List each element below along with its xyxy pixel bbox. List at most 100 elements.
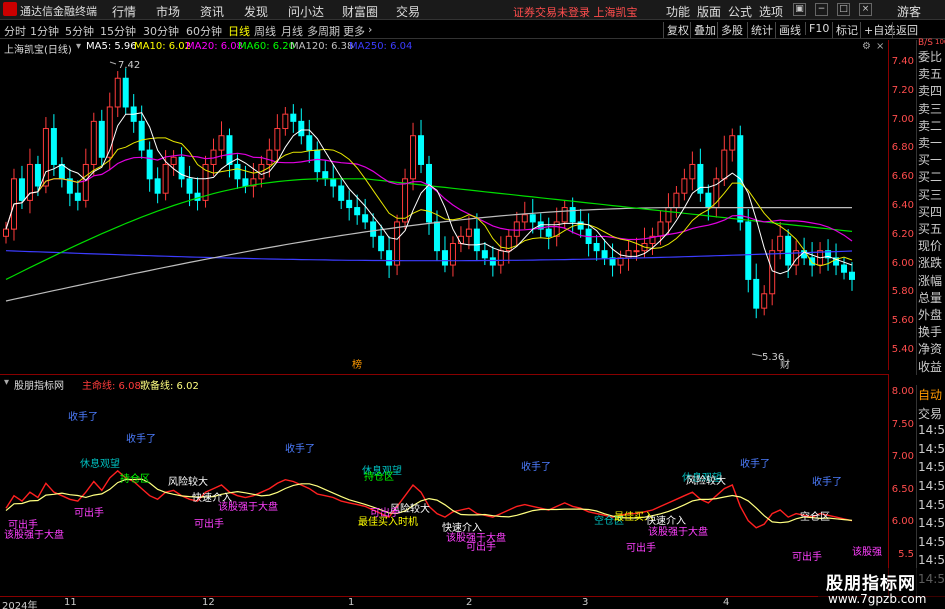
trade-field[interactable]: 14:5: [918, 498, 945, 512]
quote-field[interactable]: 涨跌: [918, 254, 942, 271]
quote-field[interactable]: 收益: [918, 358, 942, 375]
menu-faxian[interactable]: 发现: [244, 3, 268, 20]
menu-jiaoyi[interactable]: 交易: [396, 3, 420, 20]
menu-zixun[interactable]: 资讯: [200, 3, 224, 20]
tool-biaoji[interactable]: 标记: [832, 22, 858, 38]
quote-field[interactable]: 买一: [918, 151, 942, 168]
tab-5min[interactable]: 5分钟: [65, 23, 94, 39]
signal-annotation: 收手了: [126, 434, 156, 445]
trade-field[interactable]: 14:5: [918, 460, 945, 474]
window-icon[interactable]: ▣: [793, 3, 806, 16]
trade-field[interactable]: 14:5: [918, 535, 945, 549]
quote-panel: B/S 1000 委比卖五卖四卖三卖二卖一买一买二买三买四买五现价涨跌涨幅总量外…: [916, 38, 945, 375]
quote-field[interactable]: 买二: [918, 168, 942, 185]
menu-hangqing[interactable]: 行情: [112, 3, 136, 20]
quote-field[interactable]: 卖二: [918, 117, 942, 134]
trade-field[interactable]: 14:5: [918, 423, 945, 437]
menu-xuanxiang[interactable]: 选项: [759, 3, 783, 20]
tool-fanhui[interactable]: 返回: [892, 22, 918, 38]
tab-weekly[interactable]: 周线: [254, 23, 276, 39]
menu-wenxiaoda[interactable]: 问小达: [288, 3, 324, 20]
quote-field[interactable]: 总量: [918, 289, 942, 306]
menu-banmian[interactable]: 版面: [697, 3, 721, 20]
quote-field[interactable]: 涨幅: [918, 272, 942, 289]
quote-field[interactable]: 现价: [918, 237, 942, 254]
minimize-icon[interactable]: −: [815, 3, 828, 16]
candle-body: [50, 128, 57, 165]
trade-panel: 自动交易14:514:514:514:514:514:514:514:514:5: [916, 385, 945, 596]
close-chart-icon[interactable]: ×: [876, 41, 884, 52]
quote-field[interactable]: 委比: [918, 48, 942, 65]
quote-field[interactable]: 换手: [918, 323, 942, 340]
tab-more[interactable]: 更多: [343, 23, 365, 39]
high-label: 7.42: [118, 60, 140, 71]
trade-field[interactable]: 14:5: [918, 479, 945, 493]
kline-chart[interactable]: 7.42 5.36 榜 财: [0, 54, 888, 370]
high-pointer: [109, 61, 117, 65]
candle-body: [529, 214, 536, 223]
menu-shichang[interactable]: 市场: [156, 3, 180, 20]
tab-fenshi[interactable]: 分时: [4, 23, 26, 39]
menu-gongneng[interactable]: 功能: [666, 3, 690, 20]
candle-body: [569, 207, 576, 223]
trade-field[interactable]: 14:5: [918, 516, 945, 530]
tool-tongji[interactable]: 统计: [747, 22, 773, 38]
price-tick: 6.00: [891, 257, 914, 269]
date-label: 12: [202, 597, 215, 608]
tool-f10[interactable]: F10: [805, 22, 829, 35]
tab-1min[interactable]: 1分钟: [30, 23, 59, 39]
indicator-tick: 7.00: [891, 451, 914, 462]
low-pointer: [751, 353, 763, 357]
signal-annotation: 持仓区: [364, 472, 394, 483]
tool-fuquan[interactable]: 复权: [663, 22, 689, 38]
more-dropdown-icon[interactable]: ›: [368, 23, 372, 36]
tool-duogu[interactable]: 多股: [717, 22, 743, 38]
trade-field[interactable]: 交易: [918, 405, 942, 422]
date-label: 1: [348, 597, 355, 608]
close-icon[interactable]: ×: [859, 3, 872, 16]
candle-body: [338, 185, 345, 201]
tab-daily[interactable]: 日线: [228, 23, 250, 39]
tab-30min[interactable]: 30分钟: [143, 23, 179, 39]
quote-field[interactable]: 买三: [918, 186, 942, 203]
indicator-dropdown-icon[interactable]: ▾: [4, 377, 9, 388]
quote-field[interactable]: 净资: [918, 340, 942, 357]
settings-icon[interactable]: ⚙: [862, 41, 871, 52]
tool-diejia[interactable]: 叠加: [690, 22, 716, 38]
candle-body: [90, 120, 97, 165]
quote-field[interactable]: 卖四: [918, 82, 942, 99]
legend-toggle-icon[interactable]: ▾: [76, 41, 81, 52]
candle-body: [274, 128, 281, 151]
period-bar: 分时 1分钟 5分钟 15分钟 30分钟 60分钟 日线 周线 月线 多周期 更…: [0, 20, 945, 39]
quote-field[interactable]: 买四: [918, 203, 942, 220]
bang-marker[interactable]: 榜: [352, 358, 362, 370]
watermark-title: 股朋指标网: [826, 574, 916, 594]
menu-caifuquan[interactable]: 财富圈: [342, 3, 378, 20]
menu-gongshi[interactable]: 公式: [728, 3, 752, 20]
trade-field[interactable]: 自动: [918, 386, 942, 403]
quote-field[interactable]: 卖五: [918, 65, 942, 82]
tool-zixuan[interactable]: +自选: [860, 22, 895, 38]
quote-field[interactable]: 卖三: [918, 100, 942, 117]
candle-body: [306, 135, 313, 151]
price-tick: 6.60: [891, 171, 914, 183]
tool-huaxian[interactable]: 画线: [775, 22, 801, 38]
trade-field[interactable]: 14:5: [918, 442, 945, 456]
ma120-label: MA120: 6.38: [290, 41, 354, 52]
tab-15min[interactable]: 15分钟: [100, 23, 136, 39]
quote-field[interactable]: 卖一: [918, 134, 942, 151]
candle-body: [657, 221, 664, 237]
cai-marker[interactable]: 财: [780, 358, 790, 370]
quote-field[interactable]: 买五: [918, 220, 942, 237]
signal-annotation: 可出手: [8, 520, 38, 531]
guest-label[interactable]: 游客: [897, 3, 921, 20]
ma60-label: MA60: 6.20: [238, 41, 296, 52]
trade-field[interactable]: 14:5: [918, 553, 945, 567]
tab-60min[interactable]: 60分钟: [186, 23, 222, 39]
tab-multi[interactable]: 多周期: [307, 23, 340, 39]
tab-monthly[interactable]: 月线: [281, 23, 303, 39]
maximize-icon[interactable]: □: [837, 3, 850, 16]
ma20-label: MA20: 6.08: [186, 41, 244, 52]
login-notice[interactable]: 证券交易未登录 上海凯宝: [513, 4, 638, 20]
quote-field[interactable]: 外盘: [918, 306, 942, 323]
